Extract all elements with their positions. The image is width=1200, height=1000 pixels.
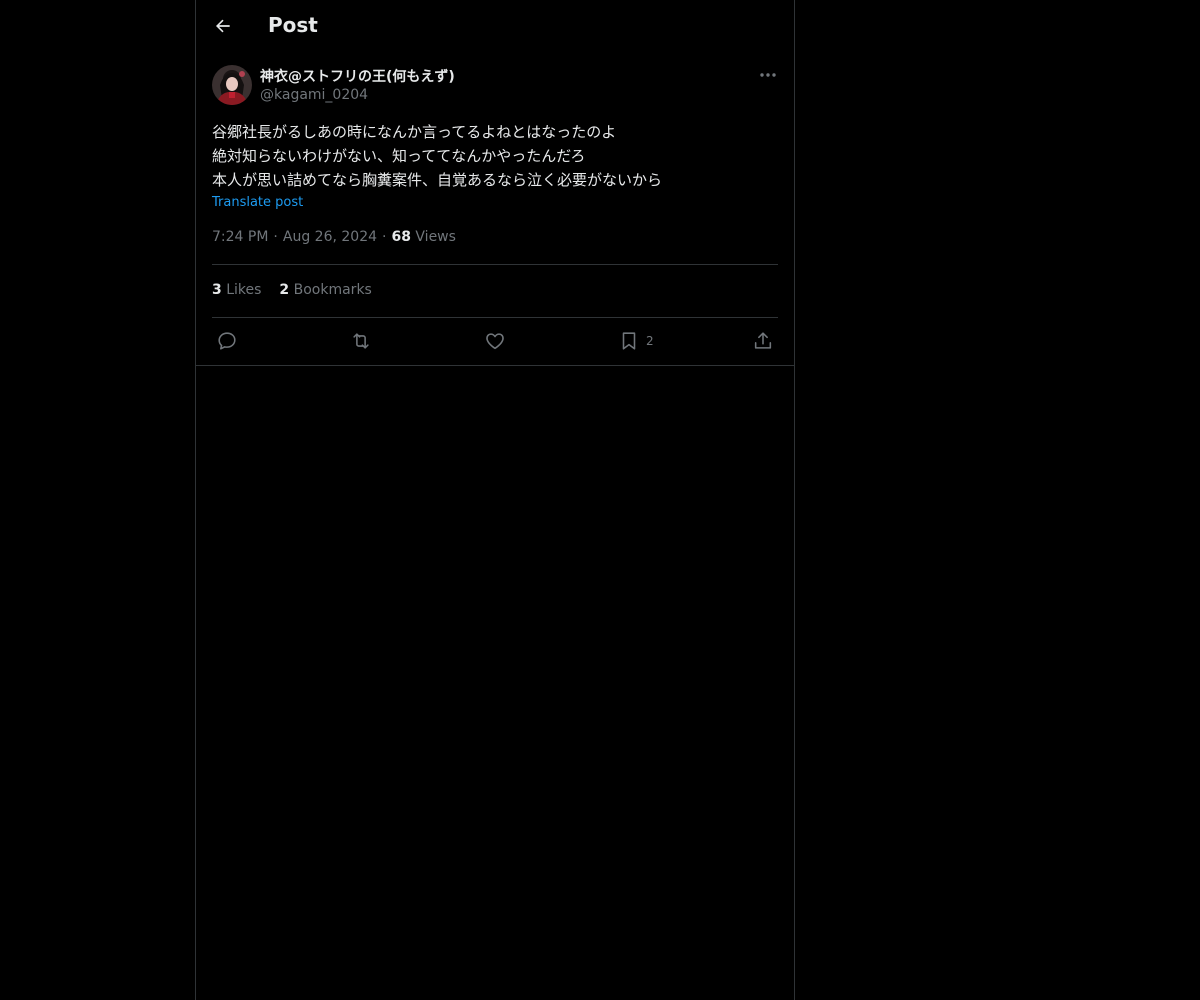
bookmarks-label: Bookmarks [293, 282, 372, 298]
post-column: Post 神衣@ストフリの王(何もえず) @kagami_0204 谷郷社長がる… [195, 0, 795, 1000]
bookmarks-count: 2 [279, 282, 290, 298]
page-title: Post [268, 13, 318, 37]
repost-button[interactable] [350, 329, 372, 353]
bookmark-icon [622, 332, 636, 350]
likes-stat[interactable]: 3 Likes [212, 282, 261, 298]
divider [212, 317, 778, 318]
post-date[interactable]: Aug 26, 2024 [283, 229, 377, 245]
translate-post-link[interactable]: Translate post [212, 195, 303, 210]
bookmark-count: 2 [646, 334, 654, 348]
reply-button[interactable] [216, 329, 238, 353]
post-time[interactable]: 7:24 PM [212, 229, 268, 245]
arrow-left-icon [216, 19, 230, 33]
avatar[interactable] [212, 65, 252, 105]
post-text-line: 絶対知らないわけがない、知っててなんかやったんだろ [212, 147, 586, 165]
likes-label: Likes [226, 282, 262, 298]
divider [212, 264, 778, 265]
like-button[interactable] [484, 329, 506, 353]
action-bar: 2 [196, 324, 794, 358]
engagement-stats: 3 Likes 2 Bookmarks [212, 282, 372, 298]
post-meta: 7:24 PM · Aug 26, 2024 · 68 Views [212, 229, 456, 245]
share-button[interactable] [752, 329, 774, 353]
author-handle[interactable]: @kagami_0204 [260, 87, 368, 103]
post-text-line: 本人が思い詰めてなら胸糞案件、自覚あるなら泣く必要がないから [212, 171, 663, 189]
likes-count: 3 [212, 282, 222, 298]
reply-icon [218, 332, 236, 350]
repost-icon [353, 333, 369, 349]
more-button[interactable] [756, 64, 780, 86]
meta-separator: · [382, 229, 387, 245]
back-button[interactable] [208, 11, 238, 41]
views-count: 68 [391, 229, 411, 245]
avatar-image [212, 65, 252, 105]
post-text: 谷郷社長がるしあの時になんか言ってるよねとはなったのよ 絶対知らないわけがない、… [212, 120, 778, 192]
post-bottom-border [196, 365, 794, 366]
meta-separator: · [273, 229, 278, 245]
heart-icon [486, 333, 504, 350]
post-text-line: 谷郷社長がるしあの時になんか言ってるよねとはなったのよ [212, 123, 617, 141]
bookmark-button[interactable]: 2 [618, 329, 654, 353]
more-dots-icon [760, 73, 776, 77]
author-display-name[interactable]: 神衣@ストフリの王(何もえず) [260, 66, 455, 86]
views-label: Views [415, 229, 456, 245]
post-header: Post [196, 0, 794, 53]
bookmarks-stat[interactable]: 2 Bookmarks [279, 282, 371, 298]
share-icon [754, 332, 772, 349]
